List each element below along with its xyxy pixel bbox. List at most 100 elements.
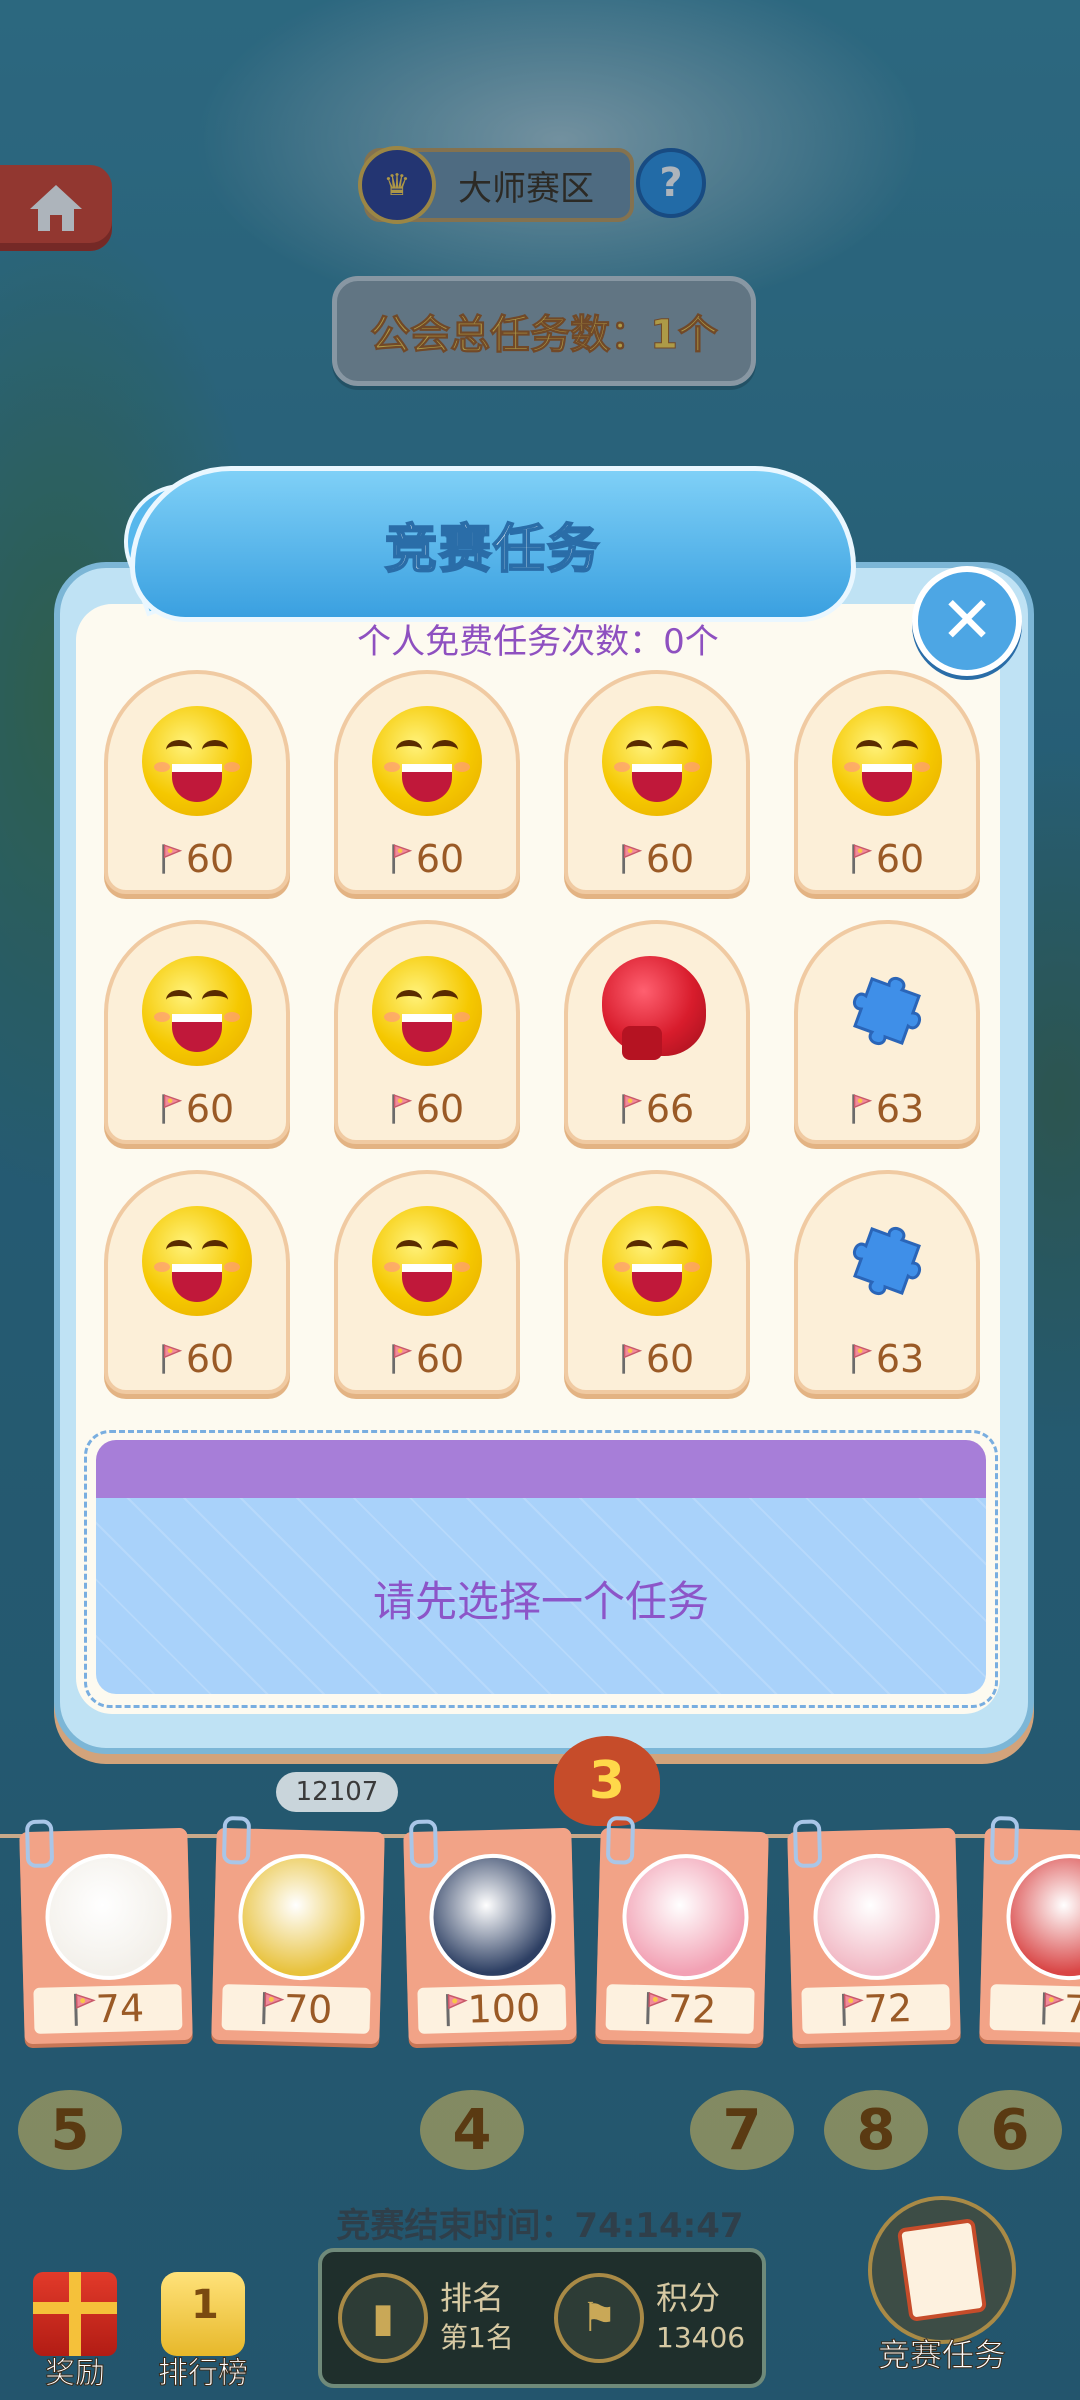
pink-hat-kid-avatar-icon (620, 1852, 751, 1982)
paper-clip-icon (408, 1819, 439, 1869)
task-score: 63 (875, 1337, 925, 1381)
score-flag-icon (645, 1992, 669, 2025)
task-score: 60 (875, 837, 925, 881)
task-card[interactable]: 60 (334, 1170, 520, 1394)
task-card[interactable]: 63 (794, 1170, 980, 1394)
puzzle-piece-icon (852, 1226, 922, 1296)
player-card[interactable]: 74 (19, 1819, 193, 2045)
player-card[interactable]: 72 (787, 1819, 961, 2045)
smile-emoji-icon (602, 1206, 712, 1316)
task-card[interactable]: 63 (794, 920, 980, 1144)
points-stat[interactable]: ⚑ 积分 13406 (554, 2266, 745, 2370)
score-flag-icon (622, 1344, 642, 1374)
task-score: 60 (415, 1087, 465, 1131)
task-card[interactable]: 66 (564, 920, 750, 1144)
score-flag-icon (852, 1344, 872, 1374)
score-flag-icon (622, 1094, 642, 1124)
task-score: 60 (185, 1087, 235, 1131)
task-card[interactable]: 60 (564, 670, 750, 894)
smile-emoji-icon (372, 1206, 482, 1316)
task-score: 66 (645, 1087, 695, 1131)
rank-label: 排名 (440, 2279, 505, 2317)
player-card[interactable]: 70 (211, 1815, 385, 2045)
rank-stat[interactable]: ▮ 排名 第1名 (338, 2266, 514, 2370)
points-value: 13406 (656, 2321, 746, 2354)
podium-icon: ▮ (338, 2273, 428, 2363)
board-number-bubble: 7 (690, 2090, 794, 2170)
score-flag-icon (622, 844, 642, 874)
score-flag-icon (162, 844, 182, 874)
dialog-title-banner: 竞赛任务 (130, 466, 856, 622)
player-score: 74 (95, 1986, 145, 2032)
board-number-bubble: 6 (958, 2090, 1062, 2170)
task-score: 63 (875, 1087, 925, 1131)
nav-contest-tasks[interactable]: 竞赛任务 (852, 2196, 1032, 2396)
board-number-bubble: 5 (18, 2090, 122, 2170)
task-card[interactable]: 60 (334, 670, 520, 894)
dialog-title: 竞赛任务 (384, 519, 601, 581)
player-score: 100 (467, 1985, 541, 2032)
paper-clip-icon (605, 1815, 636, 1865)
task-score: 60 (645, 1337, 695, 1381)
task-card[interactable]: 60 (564, 1170, 750, 1394)
gift-box-icon (33, 2272, 117, 2356)
player-card[interactable]: 100 (403, 1819, 577, 2045)
grandma-avatar-icon (43, 1852, 174, 1982)
board-marker: 3 (554, 1736, 660, 1826)
player-card[interactable]: 72 (595, 1815, 769, 2045)
task-card[interactable]: 60 (104, 1170, 290, 1394)
task-card[interactable]: 60 (334, 920, 520, 1144)
player-card[interactable]: 7 (979, 1815, 1080, 2045)
smile-emoji-icon (602, 706, 712, 816)
score-flag-icon (852, 1094, 872, 1124)
smile-emoji-icon (142, 706, 252, 816)
score-flag-icon (392, 1094, 412, 1124)
score-flag-icon (392, 844, 412, 874)
paper-clip-icon (989, 1815, 1020, 1865)
paper-clip-icon (792, 1819, 823, 1869)
task-score: 60 (185, 1337, 235, 1381)
smile-emoji-icon (372, 956, 482, 1066)
free-task-count: 个人免费任务次数：0个 (357, 622, 719, 662)
nav-contest-tasks-label: 竞赛任务 (877, 2336, 1006, 2375)
score-flag-icon (162, 1094, 182, 1124)
task-card[interactable]: 60 (104, 920, 290, 1144)
player-score: 7 (1063, 1986, 1080, 2032)
smile-emoji-icon (832, 706, 942, 816)
task-score: 60 (415, 837, 465, 881)
task-card[interactable]: 60 (104, 670, 290, 894)
smile-emoji-icon (372, 706, 482, 816)
player-score: 72 (863, 1986, 913, 2032)
score-flag-icon (841, 1993, 864, 2026)
player-score: 72 (667, 1986, 717, 2032)
player-rank-tag: 12107 (276, 1772, 398, 1812)
task-score: 60 (645, 837, 695, 881)
stats-bar: ▮ 排名 第1名 ⚑ 积分 13406 (318, 2248, 766, 2388)
rank-value: 第1名 (440, 2321, 514, 2354)
player-score: 70 (283, 1986, 333, 2032)
dog-crown-avatar-icon (236, 1852, 367, 1982)
nav-reward[interactable]: 奖励 (20, 2272, 130, 2392)
paper-clip-icon (221, 1815, 252, 1865)
bird-avatar-icon (811, 1852, 942, 1982)
points-label: 积分 (656, 2279, 721, 2317)
sunglasses-avatar-icon (1004, 1852, 1080, 1982)
nav-leaderboard[interactable]: 1 排行榜 (148, 2272, 258, 2392)
smile-emoji-icon (142, 1206, 252, 1316)
selection-hint: 请先选择一个任务 (372, 1577, 709, 1626)
score-flag-icon (261, 1992, 285, 2025)
leaderboard-podium-icon: 1 (161, 2272, 245, 2356)
task-score: 60 (185, 837, 235, 881)
task-scroll-icon (868, 2196, 1016, 2344)
board-number-bubble: 8 (824, 2090, 928, 2170)
task-card[interactable]: 60 (794, 670, 980, 894)
score-flag-icon (392, 1344, 412, 1374)
score-flag-icon (445, 1994, 468, 2027)
score-flag-icon (73, 1993, 96, 2026)
husky-avatar-icon (427, 1852, 558, 1982)
task-score: 60 (415, 1337, 465, 1381)
smile-emoji-icon (142, 956, 252, 1066)
score-flag-icon (162, 1344, 182, 1374)
score-flag-icon (1042, 1992, 1065, 2025)
puzzle-piece-icon (852, 976, 922, 1046)
